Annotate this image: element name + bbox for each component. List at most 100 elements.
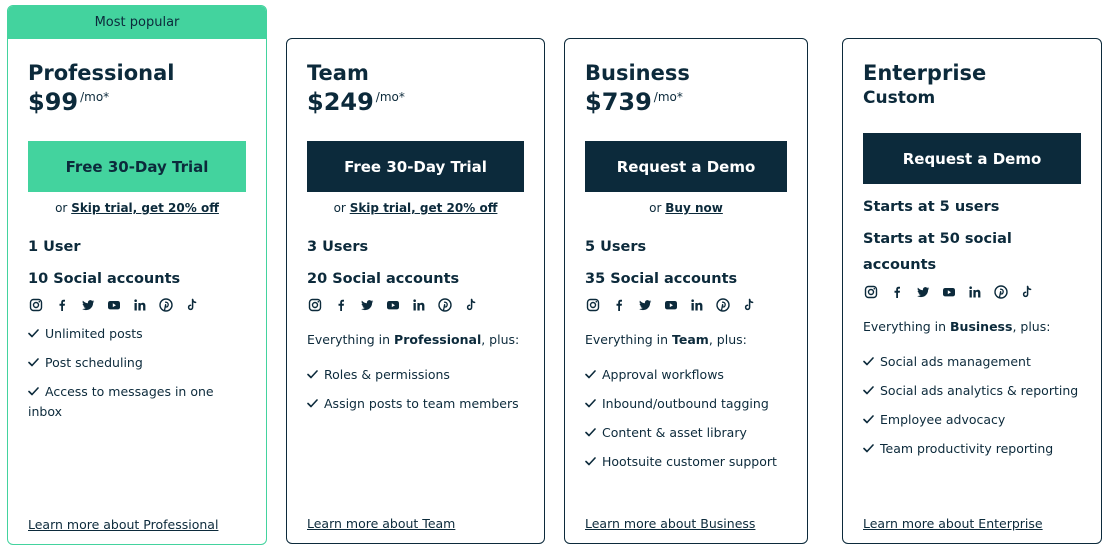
social-accounts-count: 10 Social accounts (28, 271, 181, 287)
youtube-icon (941, 284, 956, 299)
alt-prefix: or (55, 201, 68, 215)
plus-plan-name: Professional (394, 332, 482, 347)
request-demo-button[interactable]: Request a Demo (863, 133, 1081, 184)
plan-name: Enterprise (863, 61, 987, 85)
tiktok-icon (1019, 284, 1034, 299)
plan-card-enterprise: Enterprise Custom Request a Demo Starts … (842, 38, 1102, 544)
checkmark-icon (307, 370, 318, 379)
price-amount: $99 (28, 88, 79, 116)
plan-card-team: Team $249/mo* Free 30-Day Trial or Skip … (286, 38, 545, 544)
user-count: 1 User (28, 239, 81, 255)
feature-text: Post scheduling (45, 355, 143, 370)
social-accounts-count: Starts at 50 social accounts (863, 231, 1012, 273)
includes-previous-plan: Everything in Business, plus: (863, 317, 1050, 337)
feature-item: Unlimited posts (28, 324, 246, 344)
linkedin-icon (411, 297, 426, 312)
youtube-icon (385, 297, 400, 312)
checkmark-icon (585, 457, 596, 466)
linkedin-icon (967, 284, 982, 299)
feature-list: Unlimited posts Post scheduling Access to … (28, 324, 246, 431)
plus-plan-name: Team (672, 332, 709, 347)
most-popular-badge: Most popular (8, 6, 266, 39)
feature-item: Team productivity reporting (863, 439, 1081, 459)
youtube-icon (663, 297, 678, 312)
feature-item: Social ads management (863, 352, 1081, 372)
checkmark-icon (863, 444, 874, 453)
feature-text: Assign posts to team members (324, 396, 519, 411)
social-accounts-count: 20 Social accounts (307, 271, 460, 287)
linkedin-icon (689, 297, 704, 312)
pinterest-icon (437, 297, 452, 312)
plan-name: Team (307, 61, 369, 85)
instagram-icon (585, 297, 600, 312)
checkmark-icon (28, 387, 39, 396)
facebook-icon (54, 297, 69, 312)
feature-item: Approval workflows (585, 365, 787, 385)
plan-card-business: Business $739/mo* Request a Demo or Buy … (564, 38, 808, 544)
twitter-icon (915, 284, 930, 299)
feature-item: Roles & permissions (307, 365, 524, 385)
request-demo-button[interactable]: Request a Demo (585, 141, 787, 192)
twitter-icon (637, 297, 652, 312)
feature-item: Inbound/outbound tagging (585, 394, 787, 414)
learn-more-link[interactable]: Learn more about Team (307, 516, 455, 531)
feature-text: Social ads analytics & reporting (880, 383, 1079, 398)
checkmark-icon (863, 386, 874, 395)
social-network-icons (28, 297, 199, 312)
learn-more-link[interactable]: Learn more about Professional (28, 517, 218, 532)
pinterest-icon (158, 297, 173, 312)
twitter-icon (80, 297, 95, 312)
feature-text: Roles & permissions (324, 367, 450, 382)
checkmark-icon (307, 399, 318, 408)
tiktok-icon (463, 297, 478, 312)
price-amount: $739 (585, 88, 652, 116)
youtube-icon (106, 297, 121, 312)
plan-name: Business (585, 61, 690, 85)
social-network-icons (307, 297, 478, 312)
tiktok-icon (741, 297, 756, 312)
checkmark-icon (863, 415, 874, 424)
plus-suffix: , plus: (481, 332, 520, 347)
plan-price: $249/mo* (307, 87, 405, 117)
learn-more-link[interactable]: Learn more about Enterprise (863, 516, 1043, 531)
alt-prefix: or (333, 201, 346, 215)
feature-text: Social ads management (880, 354, 1031, 369)
plan-name: Professional (28, 61, 175, 85)
skip-trial-link[interactable]: Skip trial, get 20% off (350, 201, 498, 215)
feature-text: Unlimited posts (45, 326, 143, 341)
feature-list: Social ads management Social ads analytic… (863, 352, 1081, 468)
facebook-icon (889, 284, 904, 299)
alt-prefix: or (649, 201, 662, 215)
feature-item: Access to messages in one inbox (28, 382, 246, 422)
plus-prefix: Everything in (863, 319, 947, 334)
feature-item: Employee advocacy (863, 410, 1081, 430)
facebook-icon (333, 297, 348, 312)
plan-card-professional: Most popular Professional $99/mo* Free 3… (7, 5, 267, 545)
includes-previous-plan: Everything in Professional, plus: (307, 330, 519, 350)
buy-now-link[interactable]: Buy now (665, 201, 723, 215)
feature-text: Approval workflows (602, 367, 724, 382)
user-count: Starts at 5 users (863, 199, 1000, 215)
feature-list: Approval workflows Inbound/outbound taggi… (585, 365, 787, 481)
user-count: 5 Users (585, 239, 647, 255)
pinterest-icon (993, 284, 1008, 299)
free-trial-button[interactable]: Free 30-Day Trial (28, 141, 246, 192)
feature-text: Employee advocacy (880, 412, 1006, 427)
skip-trial-link[interactable]: Skip trial, get 20% off (71, 201, 219, 215)
tiktok-icon (184, 297, 199, 312)
plus-suffix: , plus: (708, 332, 747, 347)
facebook-icon (611, 297, 626, 312)
price-period: /mo* (80, 90, 110, 104)
free-trial-button[interactable]: Free 30-Day Trial (307, 141, 524, 192)
learn-more-link[interactable]: Learn more about Business (585, 516, 755, 531)
price-period: /mo* (653, 90, 683, 104)
feature-item: Assign posts to team members (307, 394, 524, 414)
plus-prefix: Everything in (307, 332, 391, 347)
instagram-icon (28, 297, 43, 312)
pinterest-icon (715, 297, 730, 312)
checkmark-icon (863, 357, 874, 366)
price-period: /mo* (375, 90, 405, 104)
alt-purchase-line: or Buy now (585, 200, 787, 217)
feature-item: Hootsuite customer support (585, 452, 787, 472)
feature-text: Team productivity reporting (880, 441, 1054, 456)
